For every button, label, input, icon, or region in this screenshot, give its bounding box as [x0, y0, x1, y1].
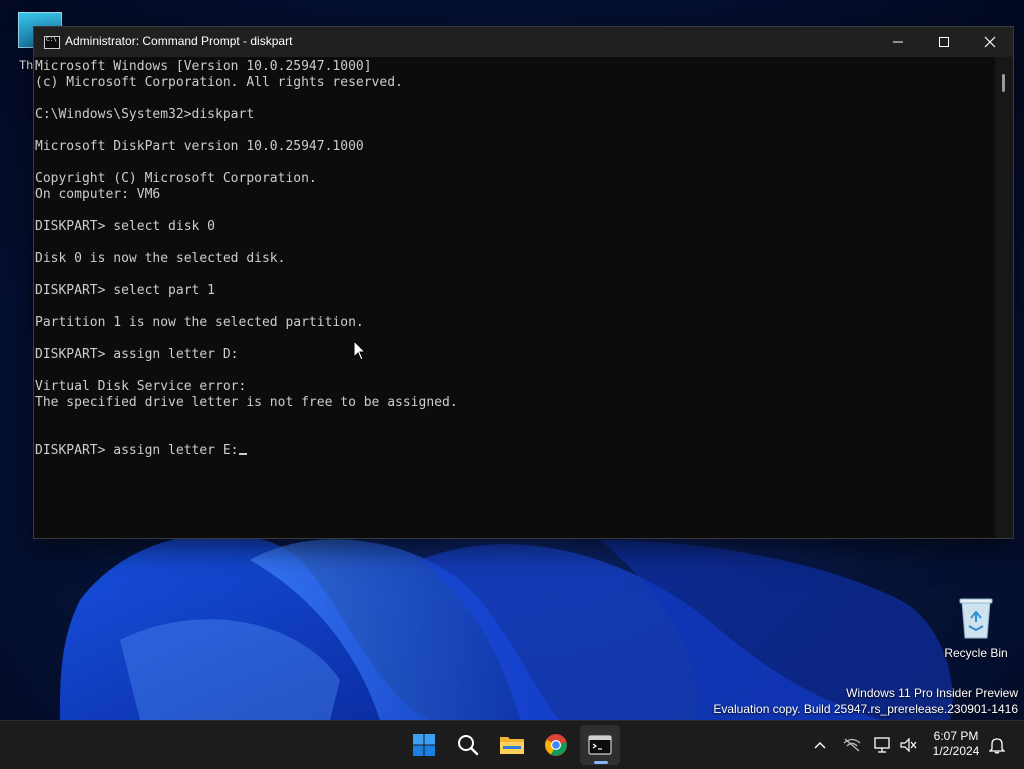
console-line: Copyright (C) Microsoft Corporation. [35, 171, 317, 186]
recycle-bin[interactable]: Recycle Bin [938, 596, 1014, 660]
network-status-button[interactable] [840, 721, 864, 769]
console-line: Microsoft DiskPart version 10.0.25947.10… [35, 139, 364, 154]
console-line: Partition 1 is now the selected partitio… [35, 315, 364, 330]
desktop-shortcut-label: Th [19, 58, 34, 72]
maximize-icon [939, 37, 949, 47]
console-line: Virtual Disk Service error: [35, 379, 247, 394]
ethernet-status-button[interactable] [870, 721, 896, 769]
console-line: DISKPART> select part 1 [35, 283, 216, 298]
watermark-build: Evaluation copy. Build 25947.rs_prerelea… [713, 702, 1018, 716]
console-line: Disk 0 is now the selected disk. [35, 251, 286, 266]
text-cursor [238, 453, 247, 455]
windows-logo-icon [413, 734, 435, 756]
running-indicator [594, 761, 608, 764]
terminal-icon [588, 735, 612, 755]
console-line: The specified drive letter is not free t… [35, 395, 458, 410]
taskbar-clock[interactable]: 6:07 PM 1/2/2024 [924, 729, 988, 759]
vertical-scrollbar[interactable] [995, 57, 1013, 538]
network-icon [843, 738, 861, 752]
volume-muted-icon [900, 737, 917, 753]
chrome-button[interactable] [536, 725, 576, 765]
minimize-button[interactable] [875, 27, 921, 57]
taskbar: 6:07 PM 1/2/2024 [0, 720, 1024, 769]
evaluation-watermark: Windows 11 Pro Insider Preview Evaluatio… [713, 685, 1018, 717]
watermark-edition: Windows 11 Pro Insider Preview [846, 686, 1018, 700]
mouse-pointer-icon [353, 339, 367, 366]
volume-button[interactable] [898, 721, 920, 769]
recycle-bin-label: Recycle Bin [944, 646, 1008, 660]
display-network-icon [874, 737, 890, 753]
close-button[interactable] [967, 27, 1013, 57]
window-title: Administrator: Command Prompt - diskpart [65, 34, 293, 48]
command-prompt-window[interactable]: Administrator: Command Prompt - diskpart… [33, 26, 1014, 539]
window-titlebar[interactable]: Administrator: Command Prompt - diskpart [34, 27, 1013, 57]
notifications-button[interactable] [986, 721, 1008, 769]
minimize-icon [893, 41, 903, 43]
clock-time: 6:07 PM [933, 729, 979, 743]
terminal-button[interactable] [580, 725, 620, 765]
console-line: C:\Windows\System32>diskpart [35, 107, 255, 122]
cmd-icon [44, 36, 60, 49]
notification-bell-icon [989, 738, 1005, 754]
console-line: Microsoft Windows [Version 10.0.25947.10… [35, 59, 372, 74]
console-output[interactable]: Microsoft Windows [Version 10.0.25947.10… [34, 57, 995, 538]
chevron-up-icon [814, 742, 826, 749]
search-button[interactable] [448, 725, 488, 765]
recycle-bin-icon [957, 596, 995, 640]
console-line: DISKPART> select disk 0 [35, 219, 216, 234]
file-explorer-button[interactable] [492, 725, 532, 765]
console-line: DISKPART> assign letter D: [35, 347, 239, 362]
chrome-icon [545, 734, 567, 756]
close-icon [984, 36, 996, 48]
console-line: DISKPART> assign letter E: [35, 443, 995, 459]
start-button[interactable] [404, 725, 444, 765]
search-icon [458, 735, 479, 756]
console-line: On computer: VM6 [35, 187, 161, 202]
clock-date: 1/2/2024 [932, 744, 980, 758]
show-hidden-icons-button[interactable] [808, 721, 832, 769]
console-line: (c) Microsoft Corporation. All rights re… [35, 75, 403, 90]
scrollbar-thumb[interactable] [1002, 74, 1005, 92]
folder-icon [500, 737, 524, 754]
maximize-button[interactable] [921, 27, 967, 57]
console-prompt-input[interactable]: DISKPART> assign letter E: [35, 443, 239, 458]
